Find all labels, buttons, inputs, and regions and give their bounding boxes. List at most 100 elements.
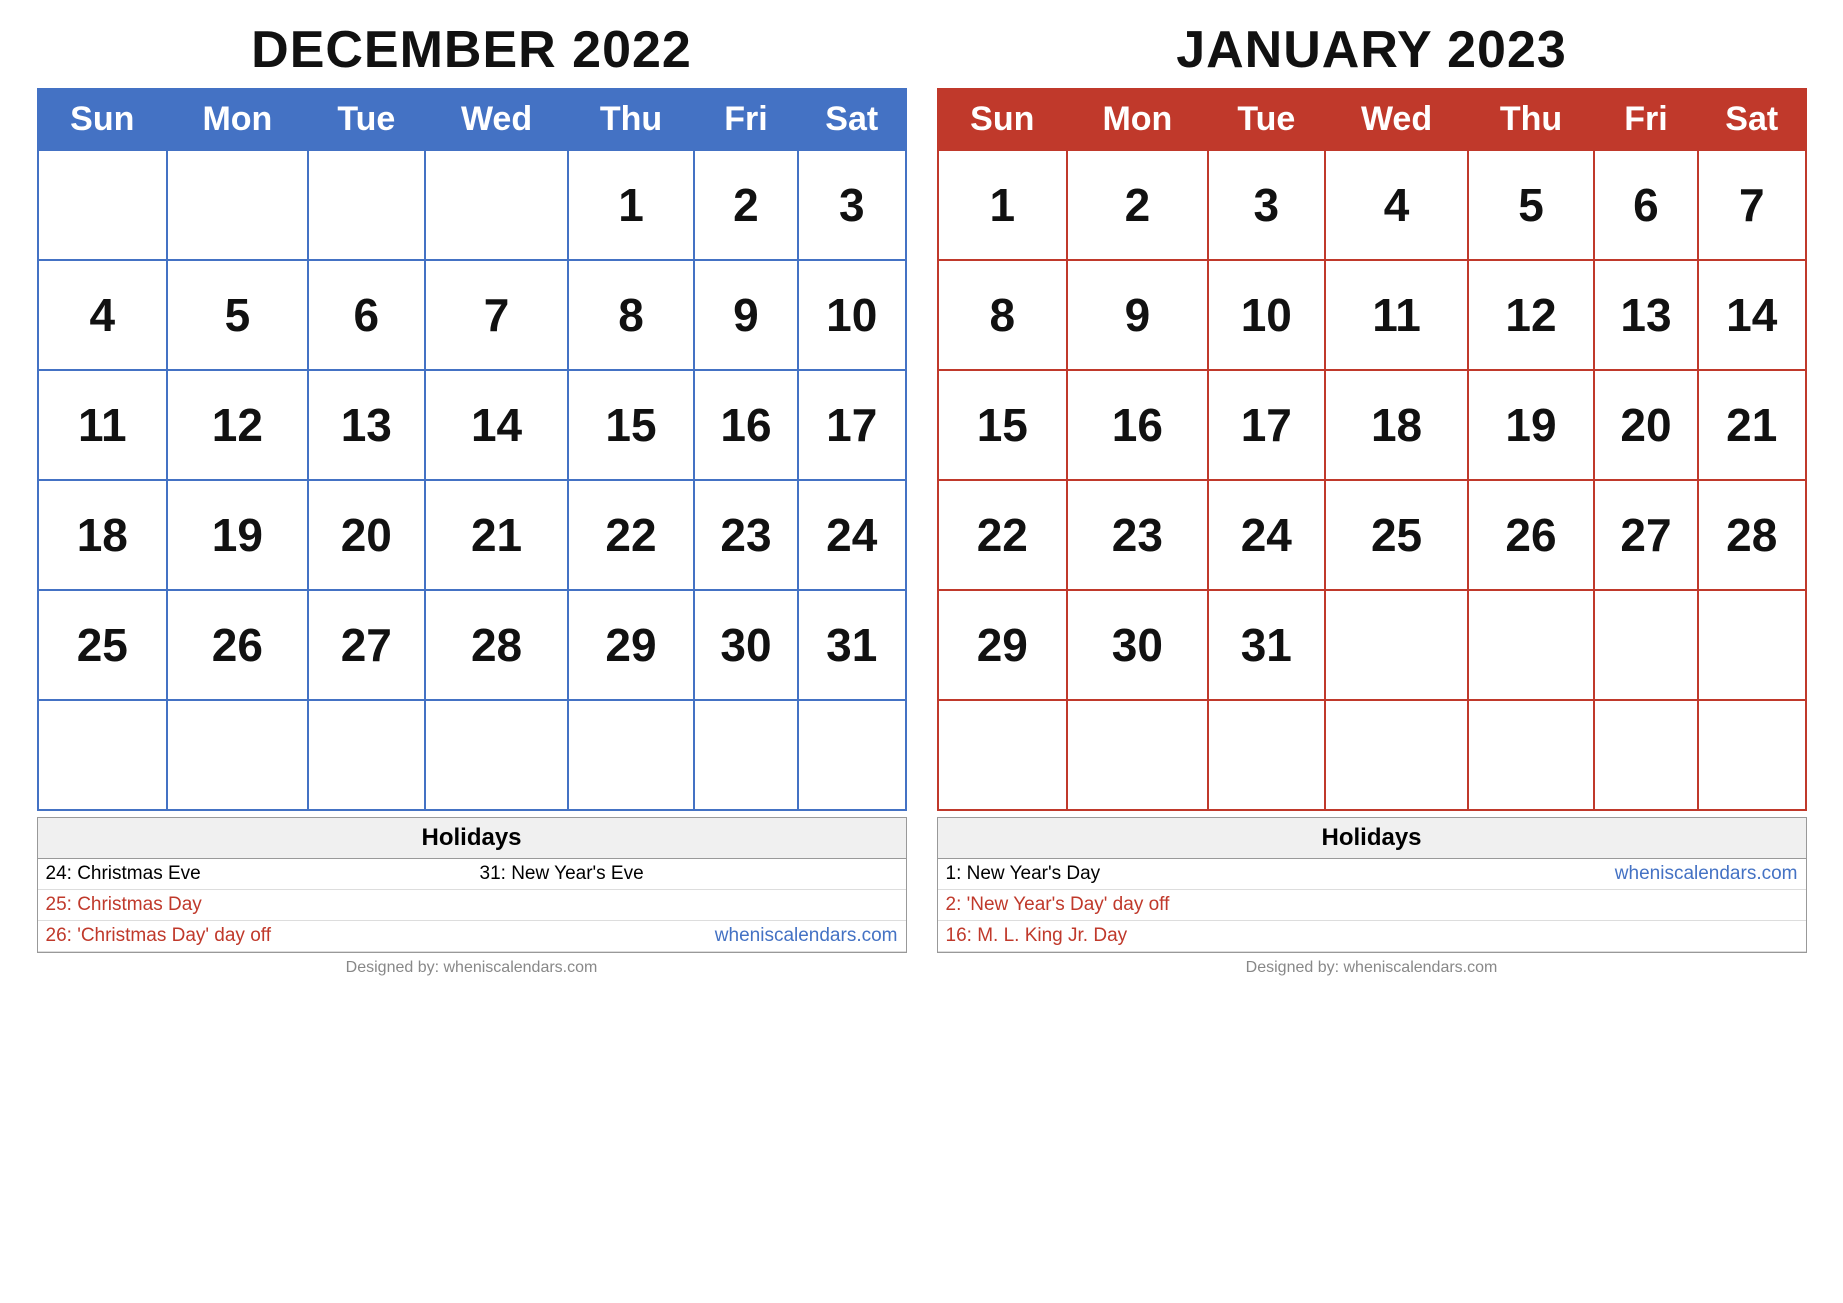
dec-header-sun: Sun [38, 89, 168, 150]
december-designed-by: Designed by: wheniscalendars.com [37, 959, 907, 977]
dec-week-row-3: 18192021222324 [38, 480, 906, 590]
december-calendar: DECEMBER 2022 Sun Mon Tue Wed Thu Fri Sa… [37, 20, 907, 977]
dec-day-2-5: 16 [694, 370, 798, 480]
dec-day-3-2: 20 [308, 480, 425, 590]
jan-day-0-4: 5 [1468, 150, 1594, 260]
jan-day-4-1: 30 [1067, 590, 1208, 700]
dec-holiday-5: 26: 'Christmas Day' day off [38, 921, 472, 952]
dec-day-4-3: 28 [425, 590, 568, 700]
january-holidays-body: 1: New Year's Day wheniscalendars.com 2:… [938, 859, 1806, 952]
dec-header-fri: Fri [694, 89, 798, 150]
jan-day-5-5 [1594, 700, 1698, 810]
dec-day-5-6 [798, 700, 906, 810]
january-table: Sun Mon Tue Wed Thu Fri Sat 123456789101… [937, 88, 1807, 811]
dec-day-0-4: 1 [568, 150, 694, 260]
jan-day-2-0: 15 [938, 370, 1068, 480]
dec-day-0-2 [308, 150, 425, 260]
jan-day-5-3 [1325, 700, 1468, 810]
jan-day-1-0: 8 [938, 260, 1068, 370]
jan-day-0-2: 3 [1208, 150, 1325, 260]
jan-holiday-2: 2: 'New Year's Day' day off [938, 890, 1372, 921]
jan-day-2-6: 21 [1698, 370, 1806, 480]
dec-day-0-6: 3 [798, 150, 906, 260]
jan-day-4-0: 29 [938, 590, 1068, 700]
dec-day-5-5 [694, 700, 798, 810]
dec-week-row-4: 25262728293031 [38, 590, 906, 700]
dec-day-0-1 [167, 150, 308, 260]
dec-day-0-0 [38, 150, 168, 260]
dec-day-1-1: 5 [167, 260, 308, 370]
jan-day-2-5: 20 [1594, 370, 1698, 480]
dec-header-tue: Tue [308, 89, 425, 150]
jan-header-mon: Mon [1067, 89, 1208, 150]
january-title: JANUARY 2023 [937, 20, 1807, 80]
jan-header-fri: Fri [1594, 89, 1698, 150]
jan-day-0-5: 6 [1594, 150, 1698, 260]
dec-day-1-3: 7 [425, 260, 568, 370]
january-header-row: Sun Mon Tue Wed Thu Fri Sat [938, 89, 1806, 150]
dec-day-2-0: 11 [38, 370, 168, 480]
dec-week-row-2: 11121314151617 [38, 370, 906, 480]
dec-day-2-6: 17 [798, 370, 906, 480]
jan-week-row-3: 22232425262728 [938, 480, 1806, 590]
dec-holiday-1: 24: Christmas Eve [38, 859, 472, 890]
december-header-row: Sun Mon Tue Wed Thu Fri Sat [38, 89, 906, 150]
jan-day-3-6: 28 [1698, 480, 1806, 590]
jan-day-1-2: 10 [1208, 260, 1325, 370]
jan-day-2-2: 17 [1208, 370, 1325, 480]
jan-holiday-5 [1372, 921, 1806, 952]
dec-day-5-0 [38, 700, 168, 810]
dec-day-3-3: 21 [425, 480, 568, 590]
jan-day-3-1: 23 [1067, 480, 1208, 590]
jan-day-4-3 [1325, 590, 1468, 700]
jan-day-1-1: 9 [1067, 260, 1208, 370]
december-holidays-body: 24: Christmas Eve 31: New Year's Eve 25:… [38, 859, 906, 952]
dec-day-5-1 [167, 700, 308, 810]
dec-header-wed: Wed [425, 89, 568, 150]
jan-day-3-2: 24 [1208, 480, 1325, 590]
jan-day-2-1: 16 [1067, 370, 1208, 480]
jan-header-sat: Sat [1698, 89, 1806, 150]
jan-day-5-4 [1468, 700, 1594, 810]
dec-header-thu: Thu [568, 89, 694, 150]
dec-website-ref: wheniscalendars.com [472, 921, 906, 952]
dec-day-1-6: 10 [798, 260, 906, 370]
jan-day-4-2: 31 [1208, 590, 1325, 700]
jan-day-3-5: 27 [1594, 480, 1698, 590]
dec-holiday-3: 25: Christmas Day [38, 890, 472, 921]
jan-day-3-3: 25 [1325, 480, 1468, 590]
dec-day-2-2: 13 [308, 370, 425, 480]
dec-week-row-5 [38, 700, 906, 810]
jan-day-5-1 [1067, 700, 1208, 810]
january-designed-by: Designed by: wheniscalendars.com [937, 959, 1807, 977]
january-holidays-header: Holidays [938, 818, 1806, 859]
jan-day-3-4: 26 [1468, 480, 1594, 590]
dec-day-1-0: 4 [38, 260, 168, 370]
jan-day-0-1: 2 [1067, 150, 1208, 260]
december-title: DECEMBER 2022 [37, 20, 907, 80]
jan-header-wed: Wed [1325, 89, 1468, 150]
jan-holiday-1: 1: New Year's Day [938, 859, 1372, 890]
jan-week-row-0: 1234567 [938, 150, 1806, 260]
calendars-wrapper: DECEMBER 2022 Sun Mon Tue Wed Thu Fri Sa… [30, 20, 1813, 977]
jan-day-4-5 [1594, 590, 1698, 700]
dec-header-sat: Sat [798, 89, 906, 150]
jan-day-4-6 [1698, 590, 1806, 700]
jan-week-row-5 [938, 700, 1806, 810]
dec-day-3-6: 24 [798, 480, 906, 590]
dec-day-5-2 [308, 700, 425, 810]
jan-day-3-0: 22 [938, 480, 1068, 590]
dec-day-5-4 [568, 700, 694, 810]
dec-day-5-3 [425, 700, 568, 810]
dec-day-3-4: 22 [568, 480, 694, 590]
dec-day-4-5: 30 [694, 590, 798, 700]
january-calendar: JANUARY 2023 Sun Mon Tue Wed Thu Fri Sat… [937, 20, 1807, 977]
jan-day-1-5: 13 [1594, 260, 1698, 370]
dec-day-4-6: 31 [798, 590, 906, 700]
jan-day-0-3: 4 [1325, 150, 1468, 260]
jan-day-2-4: 19 [1468, 370, 1594, 480]
dec-day-3-1: 19 [167, 480, 308, 590]
jan-holiday-4: 16: M. L. King Jr. Day [938, 921, 1372, 952]
jan-week-row-4: 293031 [938, 590, 1806, 700]
dec-day-1-2: 6 [308, 260, 425, 370]
